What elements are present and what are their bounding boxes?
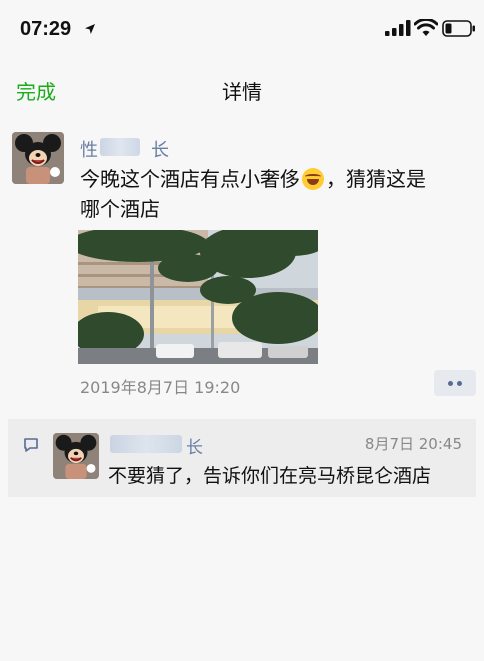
comment-icon (24, 438, 38, 452)
navigation-bar: 完成 详情 (0, 56, 484, 118)
battery-icon (442, 20, 475, 37)
comments-section: 长 8月7日 20:45 不要猜了，告诉你们在亮马桥昆仑酒店 (0, 411, 484, 661)
mickey-avatar-image (12, 132, 64, 184)
commenter-nickname[interactable]: 长 (186, 433, 203, 458)
hotel-photo (78, 230, 318, 364)
cellular-signal-icon (385, 20, 411, 36)
moment-post: 性长 今晚这个酒店有点小奢侈 ，猜猜这是 哪个酒店 2019年8月7日 19:2… (0, 118, 484, 411)
more-dots-icon[interactable] (434, 370, 476, 396)
comment-time: 8月7日 20:45 (364, 435, 462, 453)
location-arrow-icon (85, 24, 95, 34)
blurred-nickname-mask (100, 138, 140, 156)
wifi-icon (414, 19, 438, 36)
post-photo[interactable] (78, 230, 318, 364)
mickey-avatar-image (53, 433, 99, 479)
avatar[interactable] (12, 132, 64, 184)
commenter-avatar[interactable] (53, 433, 99, 479)
comment-item[interactable]: 长 8月7日 20:45 不要猜了，告诉你们在亮马桥昆仑酒店 (8, 419, 476, 497)
post-timestamp: 2019年8月7日 19:20 (80, 378, 241, 397)
status-time: 07:29 (20, 18, 72, 40)
blurred-commenter-mask (110, 435, 182, 453)
page-title: 详情 (222, 80, 262, 104)
laughing-emoji-icon (302, 168, 324, 190)
comment-text: 不要猜了，告诉你们在亮马桥昆仑酒店 (108, 465, 432, 487)
status-bar: 07:29 (0, 0, 484, 56)
post-text: 今晚这个酒店有点小奢侈 ，猜猜这是 哪个酒店 (80, 167, 426, 221)
